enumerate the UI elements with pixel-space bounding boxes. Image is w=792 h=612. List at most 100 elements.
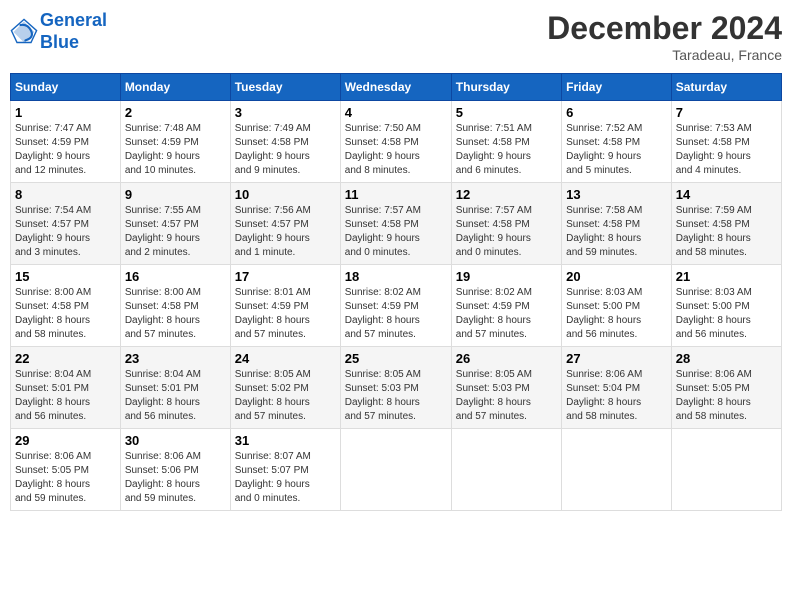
cell-details: Sunrise: 7:51 AM Sunset: 4:58 PM Dayligh… bbox=[456, 122, 557, 178]
day-number: 12 bbox=[456, 187, 557, 202]
col-header-thursday: Thursday bbox=[451, 74, 561, 101]
cell-details: Sunrise: 7:48 AM Sunset: 4:59 PM Dayligh… bbox=[125, 122, 226, 178]
calendar-cell: 24 Sunrise: 8:05 AM Sunset: 5:02 PM Dayli… bbox=[230, 347, 340, 429]
day-number: 11 bbox=[345, 187, 447, 202]
col-header-friday: Friday bbox=[562, 74, 672, 101]
calendar-cell: 4Sunrise: 7:50 AM Sunset: 4:58 PM Daylig… bbox=[340, 101, 451, 183]
day-number: 24 bbox=[235, 351, 336, 366]
col-header-saturday: Saturday bbox=[671, 74, 781, 101]
calendar-cell: 19Sunrise: 8:02 AM Sunset: 4:59 PM Dayli… bbox=[451, 265, 561, 347]
calendar-cell: 9 Sunrise: 7:55 AM Sunset: 4:57 PM Daylig… bbox=[120, 183, 230, 265]
day-number: 18 bbox=[345, 269, 447, 284]
day-number: 28 bbox=[676, 351, 777, 366]
logo: General Blue bbox=[10, 10, 107, 53]
calendar-cell: 20Sunrise: 8:03 AM Sunset: 5:00 PM Dayli… bbox=[562, 265, 672, 347]
title-block: December 2024 Taradeau, France bbox=[547, 10, 782, 63]
day-number: 25 bbox=[345, 351, 447, 366]
cell-details: Sunrise: 8:01 AM Sunset: 4:59 PM Dayligh… bbox=[235, 286, 336, 342]
logo-icon bbox=[10, 18, 38, 46]
calendar-cell: 25 Sunrise: 8:05 AM Sunset: 5:03 PM Dayli… bbox=[340, 347, 451, 429]
calendar-cell: 7 Sunrise: 7:53 AM Sunset: 4:58 PM Daylig… bbox=[671, 101, 781, 183]
cell-details: Sunrise: 8:05 AM Sunset: 5:03 PM Dayligh… bbox=[345, 368, 447, 424]
calendar-cell: 12Sunrise: 7:57 AM Sunset: 4:58 PM Dayli… bbox=[451, 183, 561, 265]
cell-details: Sunrise: 8:07 AM Sunset: 5:07 PM Dayligh… bbox=[235, 450, 336, 506]
cell-details: Sunrise: 7:55 AM Sunset: 4:57 PM Dayligh… bbox=[125, 204, 226, 260]
calendar-cell: 17 Sunrise: 8:01 AM Sunset: 4:59 PM Dayli… bbox=[230, 265, 340, 347]
day-number: 9 bbox=[125, 187, 226, 202]
day-number: 2 bbox=[125, 105, 226, 120]
day-number: 21 bbox=[676, 269, 777, 284]
calendar-header-row: SundayMondayTuesdayWednesdayThursdayFrid… bbox=[11, 74, 782, 101]
calendar-week-row: 8 Sunrise: 7:54 AM Sunset: 4:57 PM Daylig… bbox=[11, 183, 782, 265]
cell-details: Sunrise: 7:47 AM Sunset: 4:59 PM Dayligh… bbox=[15, 122, 116, 178]
logo-general: General bbox=[40, 10, 107, 30]
calendar-cell: 28 Sunrise: 8:06 AM Sunset: 5:05 PM Dayli… bbox=[671, 347, 781, 429]
calendar-cell bbox=[562, 429, 672, 511]
calendar-cell: 26Sunrise: 8:05 AM Sunset: 5:03 PM Dayli… bbox=[451, 347, 561, 429]
cell-details: Sunrise: 7:54 AM Sunset: 4:57 PM Dayligh… bbox=[15, 204, 116, 260]
cell-details: Sunrise: 8:00 AM Sunset: 4:58 PM Dayligh… bbox=[125, 286, 226, 342]
day-number: 17 bbox=[235, 269, 336, 284]
calendar-cell: 11 Sunrise: 7:57 AM Sunset: 4:58 PM Dayli… bbox=[340, 183, 451, 265]
day-number: 15 bbox=[15, 269, 116, 284]
day-number: 31 bbox=[235, 433, 336, 448]
calendar-cell: 29 Sunrise: 8:06 AM Sunset: 5:05 PM Dayli… bbox=[11, 429, 121, 511]
calendar-cell: 1Sunrise: 7:47 AM Sunset: 4:59 PM Daylig… bbox=[11, 101, 121, 183]
calendar-cell: 3Sunrise: 7:49 AM Sunset: 4:58 PM Daylig… bbox=[230, 101, 340, 183]
calendar-cell: 6Sunrise: 7:52 AM Sunset: 4:58 PM Daylig… bbox=[562, 101, 672, 183]
calendar-cell bbox=[671, 429, 781, 511]
col-header-wednesday: Wednesday bbox=[340, 74, 451, 101]
cell-details: Sunrise: 8:06 AM Sunset: 5:05 PM Dayligh… bbox=[15, 450, 116, 506]
day-number: 5 bbox=[456, 105, 557, 120]
calendar-cell: 8 Sunrise: 7:54 AM Sunset: 4:57 PM Daylig… bbox=[11, 183, 121, 265]
cell-details: Sunrise: 8:06 AM Sunset: 5:04 PM Dayligh… bbox=[566, 368, 667, 424]
calendar-cell: 13Sunrise: 7:58 AM Sunset: 4:58 PM Dayli… bbox=[562, 183, 672, 265]
calendar-cell: 14Sunrise: 7:59 AM Sunset: 4:58 PM Dayli… bbox=[671, 183, 781, 265]
cell-details: Sunrise: 8:02 AM Sunset: 4:59 PM Dayligh… bbox=[345, 286, 447, 342]
location: Taradeau, France bbox=[547, 47, 782, 63]
day-number: 8 bbox=[15, 187, 116, 202]
cell-details: Sunrise: 7:57 AM Sunset: 4:58 PM Dayligh… bbox=[345, 204, 447, 260]
month-title: December 2024 bbox=[547, 10, 782, 47]
day-number: 20 bbox=[566, 269, 667, 284]
day-number: 23 bbox=[125, 351, 226, 366]
calendar-cell: 2 Sunrise: 7:48 AM Sunset: 4:59 PM Daylig… bbox=[120, 101, 230, 183]
cell-details: Sunrise: 7:56 AM Sunset: 4:57 PM Dayligh… bbox=[235, 204, 336, 260]
calendar-week-row: 22 Sunrise: 8:04 AM Sunset: 5:01 PM Dayli… bbox=[11, 347, 782, 429]
day-number: 30 bbox=[125, 433, 226, 448]
col-header-sunday: Sunday bbox=[11, 74, 121, 101]
cell-details: Sunrise: 7:53 AM Sunset: 4:58 PM Dayligh… bbox=[676, 122, 777, 178]
day-number: 3 bbox=[235, 105, 336, 120]
calendar-week-row: 15 Sunrise: 8:00 AM Sunset: 4:58 PM Dayli… bbox=[11, 265, 782, 347]
day-number: 29 bbox=[15, 433, 116, 448]
day-number: 27 bbox=[566, 351, 667, 366]
calendar-cell bbox=[451, 429, 561, 511]
cell-details: Sunrise: 8:05 AM Sunset: 5:03 PM Dayligh… bbox=[456, 368, 557, 424]
cell-details: Sunrise: 7:58 AM Sunset: 4:58 PM Dayligh… bbox=[566, 204, 667, 260]
day-number: 14 bbox=[676, 187, 777, 202]
logo-blue: Blue bbox=[40, 32, 79, 52]
calendar-table: SundayMondayTuesdayWednesdayThursdayFrid… bbox=[10, 73, 782, 511]
col-header-monday: Monday bbox=[120, 74, 230, 101]
day-number: 4 bbox=[345, 105, 447, 120]
calendar-cell: 10 Sunrise: 7:56 AM Sunset: 4:57 PM Dayli… bbox=[230, 183, 340, 265]
col-header-tuesday: Tuesday bbox=[230, 74, 340, 101]
calendar-cell: 21 Sunrise: 8:03 AM Sunset: 5:00 PM Dayli… bbox=[671, 265, 781, 347]
cell-details: Sunrise: 8:05 AM Sunset: 5:02 PM Dayligh… bbox=[235, 368, 336, 424]
cell-details: Sunrise: 8:00 AM Sunset: 4:58 PM Dayligh… bbox=[15, 286, 116, 342]
calendar-week-row: 1Sunrise: 7:47 AM Sunset: 4:59 PM Daylig… bbox=[11, 101, 782, 183]
calendar-cell: 23 Sunrise: 8:04 AM Sunset: 5:01 PM Dayli… bbox=[120, 347, 230, 429]
calendar-cell: 15 Sunrise: 8:00 AM Sunset: 4:58 PM Dayli… bbox=[11, 265, 121, 347]
cell-details: Sunrise: 8:06 AM Sunset: 5:05 PM Dayligh… bbox=[676, 368, 777, 424]
cell-details: Sunrise: 8:02 AM Sunset: 4:59 PM Dayligh… bbox=[456, 286, 557, 342]
calendar-cell: 30Sunrise: 8:06 AM Sunset: 5:06 PM Dayli… bbox=[120, 429, 230, 511]
calendar-cell: 18 Sunrise: 8:02 AM Sunset: 4:59 PM Dayli… bbox=[340, 265, 451, 347]
cell-details: Sunrise: 8:04 AM Sunset: 5:01 PM Dayligh… bbox=[125, 368, 226, 424]
day-number: 7 bbox=[676, 105, 777, 120]
day-number: 6 bbox=[566, 105, 667, 120]
cell-details: Sunrise: 8:03 AM Sunset: 5:00 PM Dayligh… bbox=[676, 286, 777, 342]
day-number: 22 bbox=[15, 351, 116, 366]
calendar-week-row: 29 Sunrise: 8:06 AM Sunset: 5:05 PM Dayli… bbox=[11, 429, 782, 511]
day-number: 10 bbox=[235, 187, 336, 202]
calendar-cell: 27 Sunrise: 8:06 AM Sunset: 5:04 PM Dayli… bbox=[562, 347, 672, 429]
